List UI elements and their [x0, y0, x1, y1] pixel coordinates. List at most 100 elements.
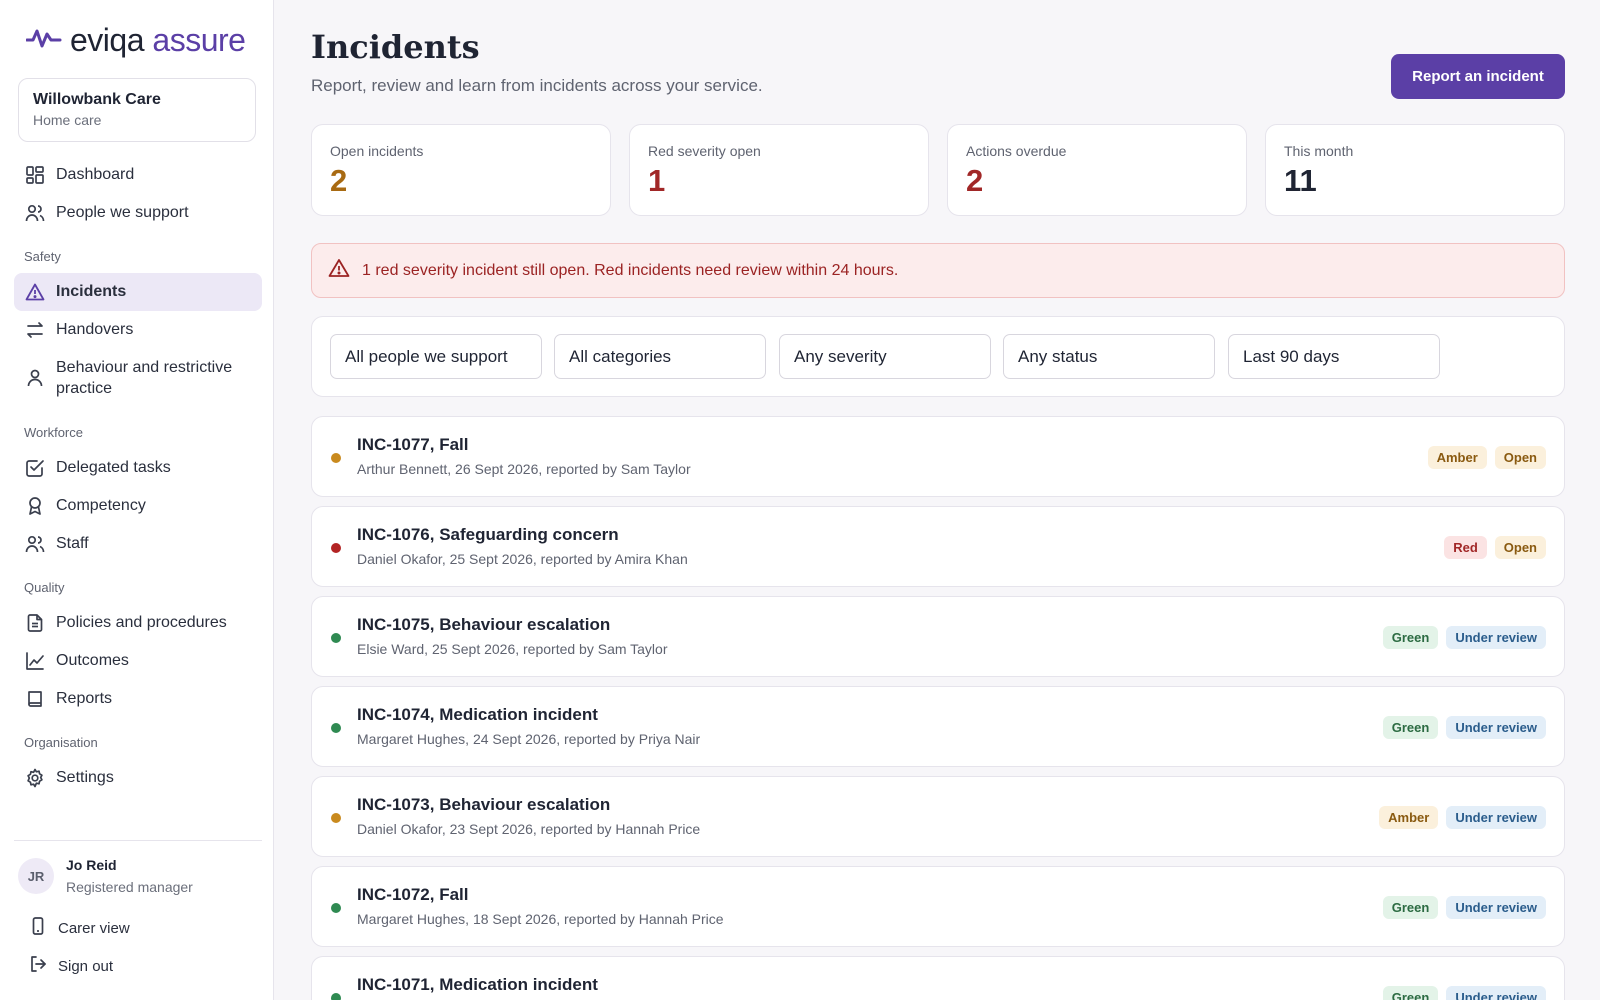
book-icon	[24, 688, 46, 710]
brand-logo[interactable]: eviqa assure	[25, 21, 246, 58]
severity-dot	[331, 813, 341, 823]
incident-row[interactable]: INC-1077, Fall Arthur Bennett, 26 Sept 2…	[311, 416, 1565, 497]
org-switcher[interactable]: Willowbank Care Home care	[18, 78, 256, 142]
status-badge: Open	[1494, 536, 1546, 559]
sidebar-item-label: Dashboard	[56, 166, 135, 183]
sidebar-item-staff[interactable]: Staff	[14, 525, 262, 563]
incident-row[interactable]: INC-1073, Behaviour escalation Daniel Ok…	[311, 776, 1565, 857]
stat-label: Actions overdue	[966, 143, 1067, 159]
avatar: JR	[18, 858, 54, 894]
sidebar-item-settings[interactable]: Settings	[14, 759, 262, 797]
filter-severity[interactable]: Any severity	[779, 334, 991, 379]
severity-dot	[331, 723, 341, 733]
page-subtitle: Report, review and learn from incidents …	[311, 76, 763, 95]
sidebar-item-label: Settings	[56, 769, 114, 786]
sidebar-divider	[14, 840, 262, 841]
incident-row[interactable]: INC-1071, Medication incident Green Under…	[311, 956, 1565, 1000]
severity-badge: Green	[1382, 896, 1439, 919]
stat-card-actions-overdue: Actions overdue 2	[947, 124, 1247, 216]
sidebar-item-people[interactable]: People we support	[14, 194, 262, 232]
sidebar-item-incidents[interactable]: Incidents	[14, 273, 262, 311]
sidebar-item-label: People we support	[56, 204, 189, 221]
dashboard-icon	[24, 164, 46, 186]
stat-value: 1	[648, 163, 666, 198]
sidebar-item-reports[interactable]: Reports	[14, 680, 262, 718]
sidebar-item-label: Incidents	[56, 283, 127, 300]
filter-date-range[interactable]: Last 90 days	[1228, 334, 1440, 379]
severity-badge: Green	[1382, 716, 1439, 739]
sidebar-item-label: Competency	[56, 497, 146, 514]
sidebar-item-behaviour[interactable]: Behaviour and restrictive practice	[14, 355, 262, 401]
incident-row[interactable]: INC-1076, Safeguarding concern Daniel Ok…	[311, 506, 1565, 587]
nav-section-quality: Quality	[24, 580, 65, 595]
severity-badge: Amber	[1427, 446, 1487, 469]
sidebar-item-label: Reports	[56, 690, 113, 707]
incident-title: INC-1076, Safeguarding concern	[357, 525, 619, 544]
user-name: Jo Reid	[66, 857, 117, 873]
warning-triangle-icon	[328, 258, 350, 283]
sidebar-item-label: Policies and procedures	[56, 614, 227, 631]
person-icon	[24, 367, 46, 389]
filter-people[interactable]: All people we support	[330, 334, 542, 379]
sidebar-item-label: Staff	[56, 535, 89, 552]
phone-icon	[28, 916, 48, 940]
stat-label: Red severity open	[648, 143, 761, 159]
incident-meta: Daniel Okafor, 25 Sept 2026, reported by…	[357, 551, 688, 567]
report-incident-button[interactable]: Report an incident	[1391, 54, 1565, 99]
document-icon	[24, 612, 46, 634]
status-badge: Under review	[1446, 626, 1546, 649]
incident-row[interactable]: INC-1075, Behaviour escalation Elsie War…	[311, 596, 1565, 677]
stat-label: This month	[1284, 143, 1354, 159]
sidebar-item-dashboard[interactable]: Dashboard	[14, 156, 262, 194]
status-badge: Under review	[1446, 806, 1546, 829]
org-name: Willowbank Care	[33, 91, 161, 108]
sidebar-item-outcomes[interactable]: Outcomes	[14, 642, 262, 680]
filter-category[interactable]: All categories	[554, 334, 766, 379]
severity-dot	[331, 903, 341, 913]
sidebar-item-delegated-tasks[interactable]: Delegated tasks	[14, 449, 262, 487]
incident-title: INC-1077, Fall	[357, 435, 469, 454]
brand-name: eviqa assure	[70, 21, 246, 58]
incident-row[interactable]: INC-1072, Fall Margaret Hughes, 18 Sept …	[311, 866, 1565, 947]
severity-badge: Red	[1444, 536, 1487, 559]
page-title: Incidents	[311, 28, 480, 66]
severity-dot	[331, 453, 341, 463]
status-badge: Under review	[1446, 986, 1546, 1000]
incident-title: INC-1074, Medication incident	[357, 705, 598, 724]
carer-view-link[interactable]: Carer view	[28, 916, 130, 940]
incident-meta: Margaret Hughes, 18 Sept 2026, reported …	[357, 911, 724, 927]
nav-section-organisation: Organisation	[24, 735, 98, 750]
incident-title: INC-1073, Behaviour escalation	[357, 795, 611, 814]
filter-status[interactable]: Any status	[1003, 334, 1215, 379]
stat-card-open-incidents: Open incidents 2	[311, 124, 611, 216]
stat-value: 2	[330, 163, 348, 198]
severity-dot	[331, 543, 341, 553]
status-badge: Under review	[1446, 716, 1546, 739]
pulse-logo-icon	[25, 27, 62, 54]
nav-section-workforce: Workforce	[24, 425, 83, 440]
user-role: Registered manager	[66, 879, 193, 895]
sidebar-item-handovers[interactable]: Handovers	[14, 311, 262, 349]
incident-meta: Margaret Hughes, 24 Sept 2026, reported …	[357, 731, 701, 747]
incident-meta: Arthur Bennett, 26 Sept 2026, reported b…	[357, 461, 691, 477]
status-badge: Open	[1494, 446, 1546, 469]
severity-badge: Green	[1382, 986, 1439, 1000]
severity-badge: Green	[1382, 626, 1439, 649]
incident-title: INC-1072, Fall	[357, 885, 469, 904]
org-type: Home care	[33, 112, 102, 128]
sidebar-item-policies[interactable]: Policies and procedures	[14, 604, 262, 642]
carer-view-label: Carer view	[58, 919, 130, 937]
award-icon	[24, 495, 46, 517]
incident-title: INC-1075, Behaviour escalation	[357, 615, 611, 634]
alert-text: 1 red severity incident still open. Red …	[362, 261, 899, 279]
sidebar: eviqa assure Willowbank Care Home care D…	[0, 0, 274, 1000]
sign-out-link[interactable]: Sign out	[28, 954, 113, 978]
stat-value: 2	[966, 163, 984, 198]
sidebar-item-label: Delegated tasks	[56, 459, 171, 476]
severity-badge: Amber	[1379, 806, 1439, 829]
stat-card-red-severity: Red severity open 1	[629, 124, 929, 216]
red-severity-alert: 1 red severity incident still open. Red …	[311, 243, 1565, 298]
sidebar-item-competency[interactable]: Competency	[14, 487, 262, 525]
status-badge: Under review	[1446, 896, 1546, 919]
incident-row[interactable]: INC-1074, Medication incident Margaret H…	[311, 686, 1565, 767]
